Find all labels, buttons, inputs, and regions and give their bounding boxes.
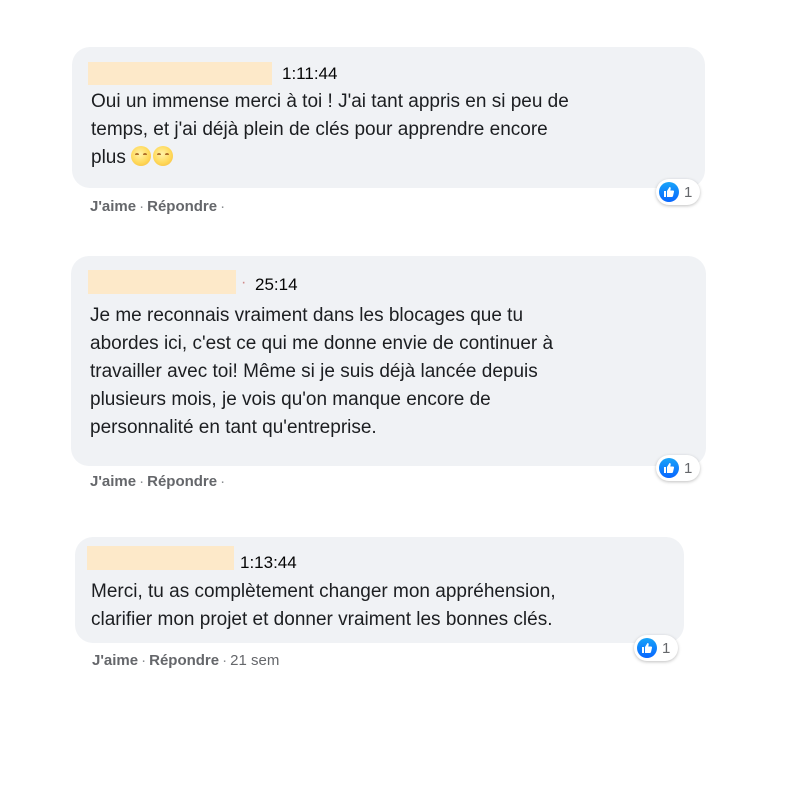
smiling-face-icon xyxy=(131,146,152,166)
comment-timestamp[interactable]: 1:11:44 xyxy=(282,64,337,84)
like-button[interactable]: J'aime xyxy=(90,473,136,490)
comment-actions: J'aime · Répondre · 21 sem xyxy=(92,652,280,669)
comment-text-line: abordes ici, c'est ce qui me donne envie… xyxy=(90,333,554,354)
comment-text-line: personnalité en tant qu'entreprise. xyxy=(90,417,377,438)
comment-text-line: Je me reconnais vraiment dans les blocag… xyxy=(90,305,524,326)
reply-button[interactable]: Répondre xyxy=(149,652,219,669)
comment-text-line: clarifier mon projet et donner vraiment … xyxy=(91,609,553,630)
reaction-summary[interactable]: 1 xyxy=(634,635,679,661)
comment-text: Oui un immense merci à toi ! J'ai tant a… xyxy=(91,88,569,172)
smiling-face-icon xyxy=(153,146,174,166)
comment-actions: J'aime · Répondre · xyxy=(90,473,226,490)
reply-button[interactable]: Répondre xyxy=(147,473,217,490)
author-name-redacted[interactable] xyxy=(88,270,236,294)
comment-text-line: temps, et j'ai déjà plein de clés pour a… xyxy=(91,119,548,140)
comment-text: Je me reconnais vraiment dans les blocag… xyxy=(90,302,553,442)
comment-text-line: plusieurs mois, je vois qu'on manque enc… xyxy=(90,389,491,410)
comment-text-line-last: plus xyxy=(91,144,569,172)
comment-timestamp[interactable]: 25:14 xyxy=(255,275,298,295)
reaction-count: 1 xyxy=(684,183,693,201)
comment-timestamp[interactable]: 1:13:44 xyxy=(240,553,297,573)
like-button[interactable]: J'aime xyxy=(90,198,136,215)
like-thumb-icon xyxy=(637,638,657,658)
like-button[interactable]: J'aime xyxy=(92,652,138,669)
comment-text: Merci, tu as complètement changer mon ap… xyxy=(91,578,556,634)
reaction-count: 1 xyxy=(662,639,671,657)
reaction-count: 1 xyxy=(684,459,693,477)
reaction-summary[interactable]: 1 xyxy=(656,455,701,481)
comment-text-line: Oui un immense merci à toi ! J'ai tant a… xyxy=(91,91,569,112)
like-thumb-icon xyxy=(659,458,679,478)
comment-text-fragment: plus xyxy=(91,147,126,168)
separator-dot: · xyxy=(241,274,247,291)
author-name-redacted[interactable] xyxy=(87,546,234,570)
comment-actions: J'aime · Répondre · xyxy=(90,198,226,215)
comment-text-line: travailler avec toi! Même si je suis déj… xyxy=(90,361,538,382)
reaction-summary[interactable]: 1 xyxy=(656,179,701,205)
reply-button[interactable]: Répondre xyxy=(147,198,217,215)
comment-age[interactable]: 21 sem xyxy=(230,652,279,669)
comment-text-line: Merci, tu as complètement changer mon ap… xyxy=(91,581,556,602)
like-thumb-icon xyxy=(659,182,679,202)
author-name-redacted[interactable] xyxy=(88,62,272,85)
